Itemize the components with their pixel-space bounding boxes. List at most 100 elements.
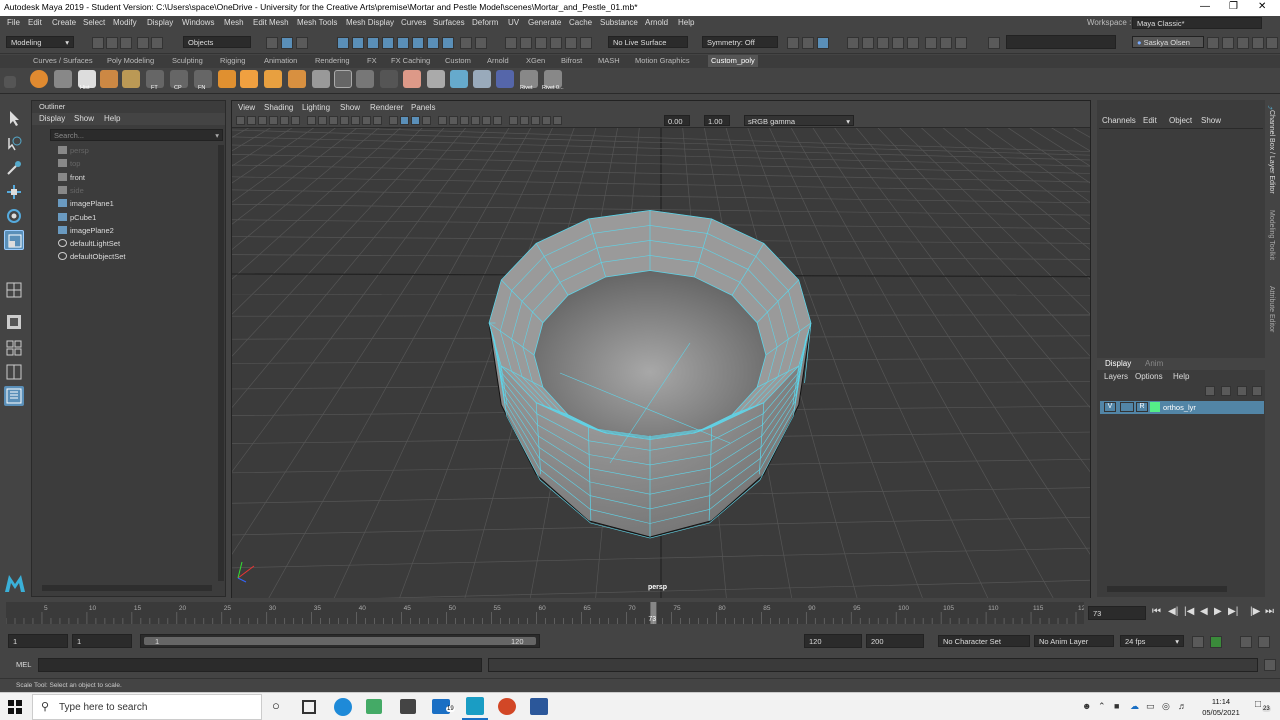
- outliner-item[interactable]: persp: [58, 146, 89, 155]
- poly-cylinder-icon[interactable]: [218, 70, 236, 88]
- channel-menu-show[interactable]: Show: [1201, 116, 1221, 125]
- pause-ipr-icon[interactable]: [955, 37, 967, 49]
- new-empty-layer-icon[interactable]: [1237, 386, 1247, 396]
- arnold-render-icon[interactable]: [925, 37, 937, 49]
- scale-tool-icon[interactable]: [4, 230, 24, 250]
- poly-cube-icon[interactable]: [240, 70, 258, 88]
- arnold-sphere-icon[interactable]: [30, 70, 48, 88]
- pick-mask-edge-icon[interactable]: [352, 37, 364, 49]
- menu-mesh-display[interactable]: Mesh Display: [346, 18, 394, 27]
- outliner-scrollbar[interactable]: [218, 145, 224, 581]
- menu-modify[interactable]: Modify: [113, 18, 137, 27]
- four-view-layout-icon[interactable]: [4, 338, 24, 358]
- range-bar[interactable]: 1 120: [140, 634, 540, 648]
- open-scene-icon[interactable]: [106, 37, 118, 49]
- user-account-button[interactable]: ● Saskya Olsen: [1132, 36, 1204, 48]
- outliner-item[interactable]: defaultLightSet: [58, 239, 120, 248]
- rotate-tool-icon[interactable]: [4, 206, 24, 226]
- menu-help[interactable]: Help: [678, 18, 694, 27]
- outliner-item[interactable]: defaultObjectSet: [58, 252, 125, 261]
- grid-face-icon[interactable]: [100, 70, 118, 88]
- camera-attributes-icon[interactable]: [247, 116, 256, 125]
- layer-move-up-icon[interactable]: [1205, 386, 1215, 396]
- tray-battery-icon[interactable]: ▭: [1146, 701, 1155, 712]
- outliner-menu-show[interactable]: Show: [74, 114, 94, 123]
- snap-curve-icon[interactable]: [520, 37, 532, 49]
- ipr-render-icon[interactable]: [877, 37, 889, 49]
- insert-edge-loop-icon[interactable]: [356, 70, 374, 88]
- shelf-tab-animation[interactable]: Animation: [264, 56, 297, 65]
- pick-mask-vertex-icon[interactable]: [337, 37, 349, 49]
- layer-color-swatch[interactable]: [1150, 402, 1160, 412]
- shadows-icon[interactable]: [449, 116, 458, 125]
- safe-title-icon[interactable]: [373, 116, 382, 125]
- shelf-tab-motion-graphics[interactable]: Motion Graphics: [635, 56, 690, 65]
- grease-pencil-icon[interactable]: [291, 116, 300, 125]
- wireframe-on-shaded-icon[interactable]: [411, 116, 420, 125]
- paint-select-tool-icon[interactable]: [4, 158, 24, 178]
- viewport-menu-lighting[interactable]: Lighting: [302, 103, 330, 112]
- layer-row[interactable]: V R orthos_lyr: [1100, 401, 1264, 414]
- construction-history-icon[interactable]: [817, 37, 829, 49]
- bridge-icon[interactable]: [403, 70, 421, 88]
- safe-action-icon[interactable]: [362, 116, 371, 125]
- store-icon[interactable]: [400, 699, 416, 714]
- audio-icon[interactable]: [1258, 636, 1270, 648]
- symmetry-dropdown[interactable]: Symmetry: Off: [702, 36, 778, 48]
- outliner-item[interactable]: top: [58, 159, 80, 168]
- attribute-editor-icon[interactable]: [1222, 37, 1234, 49]
- bookmarks-icon[interactable]: [258, 116, 267, 125]
- pick-mask-face-icon[interactable]: [367, 37, 379, 49]
- step-forward-key-icon[interactable]: |▶: [1250, 606, 1260, 617]
- resolution-gate-icon[interactable]: [329, 116, 338, 125]
- anti-aliasing-icon[interactable]: [482, 116, 491, 125]
- shelf-tab-rigging[interactable]: Rigging: [220, 56, 245, 65]
- layer-menu-layers[interactable]: Layers: [1104, 372, 1128, 381]
- windows-start-icon[interactable]: [8, 700, 22, 714]
- highlight-selection-icon[interactable]: [475, 37, 487, 49]
- menu-substance[interactable]: Substance: [600, 18, 638, 27]
- use-all-lights-icon[interactable]: [438, 116, 447, 125]
- anim-layer-dropdown[interactable]: No Anim Layer: [1034, 635, 1114, 647]
- undo-icon[interactable]: [137, 37, 149, 49]
- layer-menu-options[interactable]: Options: [1135, 372, 1163, 381]
- menu-display[interactable]: Display: [147, 18, 173, 27]
- animation-start-field[interactable]: 1: [8, 634, 68, 648]
- xray-joints-icon[interactable]: [531, 116, 540, 125]
- select-camera-icon[interactable]: [236, 116, 245, 125]
- viewport-menu-shading[interactable]: Shading: [264, 103, 293, 112]
- current-frame-field[interactable]: 73: [1088, 606, 1146, 620]
- menu-uv[interactable]: UV: [508, 18, 519, 27]
- close-icon[interactable]: ✕: [1258, 1, 1266, 12]
- outliner-item[interactable]: imagePlane2: [58, 225, 114, 235]
- tray-onedrive-icon[interactable]: ☁: [1130, 701, 1139, 712]
- shelf-tab-fx-caching[interactable]: FX Caching: [391, 56, 430, 65]
- bevel-icon[interactable]: [288, 70, 306, 88]
- lock-selection-icon[interactable]: [460, 37, 472, 49]
- outliner-item[interactable]: side: [58, 185, 84, 195]
- taskbar-search-box[interactable]: ⚲ Type here to search: [32, 694, 262, 720]
- multi-cut-icon[interactable]: [334, 70, 352, 88]
- shelf-tab-mash[interactable]: MASH: [598, 56, 620, 65]
- file-explorer-icon[interactable]: [366, 699, 382, 714]
- menu-cache[interactable]: Cache: [569, 18, 592, 27]
- modeling-toolkit-icon[interactable]: [1207, 37, 1219, 49]
- layer-hscrollbar[interactable]: [1107, 586, 1227, 592]
- time-slider[interactable]: 5 10 15 20 25 30 35 40 45 50 55 60 65 70 75 80 85 90 95 100…: [0, 600, 1280, 628]
- maya-taskbar-icon[interactable]: [466, 697, 484, 715]
- action-center-icon[interactable]: □: [1255, 699, 1261, 710]
- outliner-menu-display[interactable]: Display: [39, 114, 65, 123]
- grid-icon[interactable]: [307, 116, 316, 125]
- side-tab-attribute-editor[interactable]: Attribute Editor: [1268, 286, 1275, 332]
- script-language-label[interactable]: MEL: [16, 660, 31, 669]
- playback-end-field[interactable]: 120: [804, 634, 862, 648]
- clock-time[interactable]: 11:14: [1196, 697, 1246, 706]
- shelf-tab-sculpting[interactable]: Sculpting: [172, 56, 203, 65]
- layer-tab-anim[interactable]: Anim: [1145, 359, 1163, 368]
- minimize-icon[interactable]: —: [1200, 1, 1210, 12]
- snap-grid-icon[interactable]: [505, 37, 517, 49]
- shelf-tab-xgen[interactable]: XGen: [526, 56, 545, 65]
- outliner-layout-icon[interactable]: [4, 386, 24, 406]
- quick-input-field[interactable]: [1006, 35, 1116, 49]
- go-to-start-icon[interactable]: ⏮: [1152, 606, 1161, 617]
